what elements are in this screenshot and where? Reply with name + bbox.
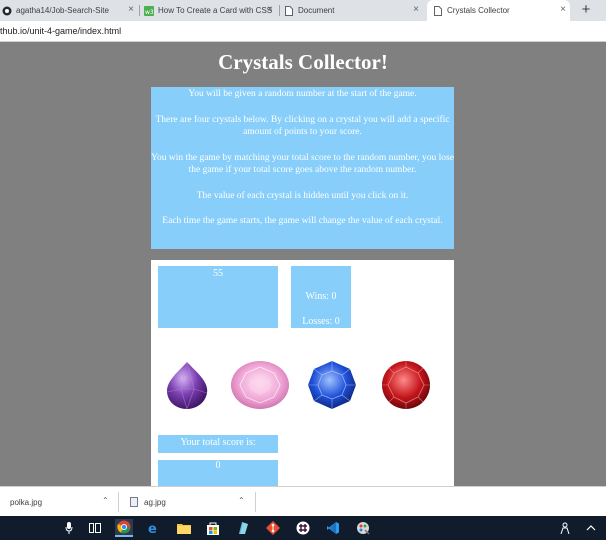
tab-title: Crystals Collector (447, 6, 510, 15)
w3schools-icon: w3 (144, 5, 154, 16)
divider (255, 492, 256, 512)
chevron-up-icon[interactable] (582, 519, 600, 537)
chevron-up-icon[interactable]: ⌃ (102, 496, 109, 505)
download-filename: ag.jpg (144, 497, 166, 507)
tab-crystals-collector[interactable]: Crystals Collector × (427, 0, 570, 21)
close-icon[interactable]: × (560, 4, 566, 15)
tab-title: Document (298, 6, 335, 15)
losses-counter: Losses: 0 (302, 316, 340, 327)
svg-text:e: e (148, 522, 157, 535)
tab-card-css[interactable]: w3 How To Create a Card with CSS × (142, 0, 277, 21)
total-score-box: 0 (158, 460, 278, 486)
vscode-icon[interactable] (324, 519, 342, 537)
url-text[interactable]: thub.io/unit-4-game/index.html (0, 26, 121, 36)
purple-crystal[interactable] (161, 359, 213, 411)
new-tab-button[interactable]: + (578, 1, 594, 18)
red-crystal[interactable] (380, 359, 432, 411)
score-label: Your total score is: (180, 437, 256, 448)
paint-icon[interactable] (354, 519, 372, 537)
slack-icon[interactable] (294, 519, 312, 537)
blue-crystal[interactable] (306, 359, 358, 411)
instruction-text: You will be given a random number at the… (188, 89, 417, 99)
close-icon[interactable]: × (267, 4, 273, 15)
tab-separator (139, 5, 140, 16)
image-file-icon (130, 497, 138, 507)
close-icon[interactable]: × (128, 4, 134, 15)
tab-job-search-site[interactable]: agatha14/Job-Search-Site × (0, 0, 138, 21)
download-item[interactable]: polka.jpg (0, 487, 42, 517)
taskbar: e (0, 516, 606, 540)
address-bar[interactable]: thub.io/unit-4-game/index.html (0, 21, 606, 42)
microphone-icon[interactable] (60, 519, 78, 537)
edge-icon[interactable]: e (145, 519, 163, 537)
file-explorer-icon[interactable] (175, 519, 193, 537)
divider (118, 492, 119, 512)
pink-crystal[interactable] (230, 359, 290, 411)
instruction-text: There are four crystals below. By clicki… (155, 114, 450, 138)
instruction-text: You win the game by matching your total … (151, 152, 454, 176)
app-icon[interactable] (234, 519, 252, 537)
downloads-bar: polka.jpg ⌃ ag.jpg ⌃ (0, 486, 606, 516)
git-icon[interactable] (264, 519, 282, 537)
web-page: Crystals Collector! You will be given a … (0, 42, 606, 486)
stats-box: Wins: 0 Losses: 0 (291, 266, 351, 328)
document-icon (284, 5, 294, 16)
close-icon[interactable]: × (413, 4, 419, 15)
browser-tab-strip: agatha14/Job-Search-Site × w3 How To Cre… (0, 0, 606, 21)
total-score: 0 (215, 460, 221, 471)
person-icon[interactable] (556, 519, 574, 537)
instruction-text: Each time the game starts, the game will… (162, 216, 443, 226)
tab-title: agatha14/Job-Search-Site (16, 6, 109, 15)
store-icon[interactable] (204, 519, 222, 537)
instruction-text: The value of each crystal is hidden unti… (196, 190, 409, 201)
chevron-up-icon[interactable]: ⌃ (238, 496, 245, 505)
score-label-box: Your total score is: (158, 435, 278, 453)
game-area: 55 Wins: 0 Losses: 0 Your total score is… (151, 260, 454, 486)
tab-document[interactable]: Document × (282, 0, 423, 21)
instructions-panel: You will be given a random number at the… (151, 87, 454, 249)
document-icon (433, 5, 443, 16)
wins-counter: Wins: 0 (305, 291, 337, 302)
download-filename: polka.jpg (10, 497, 43, 507)
task-view-icon[interactable] (86, 519, 104, 537)
download-item[interactable]: ag.jpg (130, 487, 166, 517)
github-icon (2, 6, 12, 16)
chrome-icon[interactable] (115, 519, 133, 537)
random-number-box: 55 (158, 266, 278, 328)
random-number: 55 (213, 268, 223, 279)
svg-text:w3: w3 (145, 9, 154, 16)
tab-title: How To Create a Card with CSS (158, 6, 273, 15)
page-title: Crystals Collector! (218, 50, 388, 74)
tab-separator (279, 5, 280, 16)
